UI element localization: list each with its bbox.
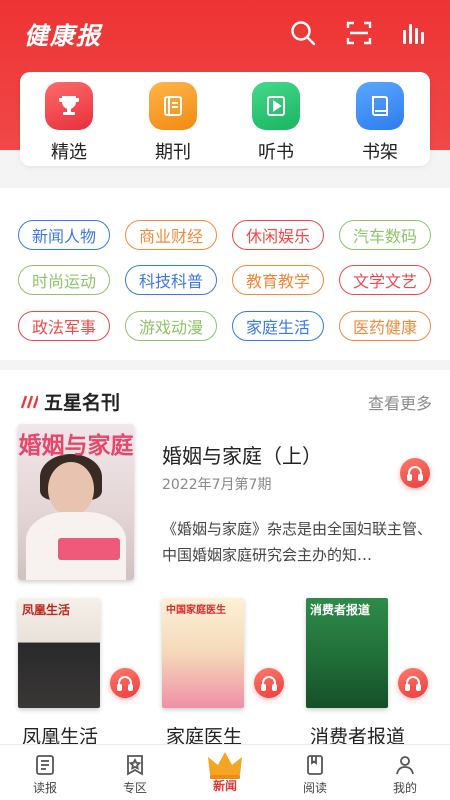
feature-label: 听书: [258, 142, 294, 163]
play-icon: [252, 82, 300, 130]
section-title: 五星名刊: [44, 392, 121, 414]
magazine-cover: 凤凰生活: [18, 598, 100, 708]
magazine-cover: 中国家庭医生: [162, 598, 244, 708]
headphone-icon[interactable]: [400, 458, 430, 488]
featured-issue-date: 2022年7月第7期: [162, 477, 272, 493]
nav-read-paper[interactable]: 读报: [0, 745, 90, 800]
person-icon: [393, 753, 417, 777]
cover-tag: [58, 538, 120, 560]
brand-logo: 健康报: [24, 21, 102, 50]
featured-description: 《婚姻与家庭》杂志是由全国妇联主管、中国婚姻家庭研究会主办的知…: [162, 520, 433, 564]
headphone-icon[interactable]: [398, 668, 428, 698]
feature-label: 期刊: [155, 142, 191, 163]
magazine-cover: 消费者报道: [306, 598, 388, 708]
app-root: { "header": { "brand": "健康报", "bg_color"…: [0, 0, 450, 800]
cover-figure: [48, 462, 94, 516]
cover-masthead: 婚姻与家庭: [18, 432, 134, 459]
view-more-link[interactable]: 查看更多: [368, 390, 432, 414]
category-tag[interactable]: 汽车数码: [339, 220, 431, 250]
category-tag[interactable]: 新闻人物: [18, 220, 110, 250]
cover-masthead: 凤凰生活: [22, 603, 71, 617]
star-badge-icon: [123, 753, 147, 777]
nav-label: 专区: [122, 781, 147, 795]
audio-bars-icon[interactable]: [398, 18, 428, 48]
cover-masthead: 消费者报道: [310, 603, 371, 617]
category-tag[interactable]: 政法军事: [18, 311, 110, 341]
category-tag[interactable]: 游戏动漫: [125, 311, 217, 341]
category-tag[interactable]: 文学文艺: [339, 265, 431, 295]
category-tag[interactable]: 时尚运动: [18, 265, 110, 295]
feature-card: 精选 期刊 听书 书架: [20, 72, 430, 166]
category-tag[interactable]: 医药健康: [339, 311, 431, 341]
bottom-nav: 读报 专区 新闻 阅读 我的: [0, 739, 450, 800]
feature-label: 精选: [51, 142, 87, 163]
nav-label: 阅读: [302, 781, 327, 795]
category-tag[interactable]: 教育教学: [232, 265, 324, 295]
feature-label: 书架: [362, 142, 398, 163]
feature-journal[interactable]: 期刊: [133, 82, 213, 164]
book-icon: [303, 753, 327, 777]
cover-masthead: 中国家庭医生: [166, 605, 226, 616]
journal-icon: [149, 82, 197, 130]
nav-label: 我的: [392, 781, 417, 795]
featured-magazine-cover[interactable]: 婚姻与家庭: [18, 424, 134, 580]
five-star-section: 五星名刊 查看更多 婚姻与家庭 婚姻与家庭（上） 2022年7月第7期 《婚姻与…: [0, 370, 450, 800]
trophy-icon: [45, 82, 93, 130]
newspaper-icon: [33, 753, 57, 777]
category-tag[interactable]: 休闲娱乐: [232, 220, 324, 250]
nav-reading[interactable]: 阅读: [270, 745, 360, 800]
feature-featured[interactable]: 精选: [29, 82, 109, 164]
headphone-icon[interactable]: [110, 668, 140, 698]
nav-news[interactable]: 新闻: [180, 739, 270, 800]
category-tag[interactable]: 商业财经: [125, 220, 217, 250]
feature-audiobook[interactable]: 听书: [236, 82, 316, 164]
nav-zone[interactable]: 专区: [90, 745, 180, 800]
headphone-icon[interactable]: [254, 668, 284, 698]
nav-mine[interactable]: 我的: [360, 745, 450, 800]
bookshelf-icon: [356, 82, 404, 130]
category-grid: 新闻人物 商业财经 休闲娱乐 汽车数码 时尚运动 科技科普 教育教学 文学文艺 …: [0, 188, 450, 360]
section-header: 五星名刊: [18, 388, 120, 415]
featured-title[interactable]: 婚姻与家庭（上）: [162, 440, 322, 469]
search-icon[interactable]: [288, 18, 318, 48]
category-tag[interactable]: 科技科普: [125, 265, 217, 295]
nav-label: 新闻: [212, 779, 237, 793]
category-tag[interactable]: 家庭生活: [232, 311, 324, 341]
nav-label: 读报: [32, 781, 57, 795]
slash-mark-icon: [20, 395, 38, 408]
feature-bookshelf[interactable]: 书架: [340, 82, 420, 164]
scan-icon[interactable]: [344, 18, 374, 48]
